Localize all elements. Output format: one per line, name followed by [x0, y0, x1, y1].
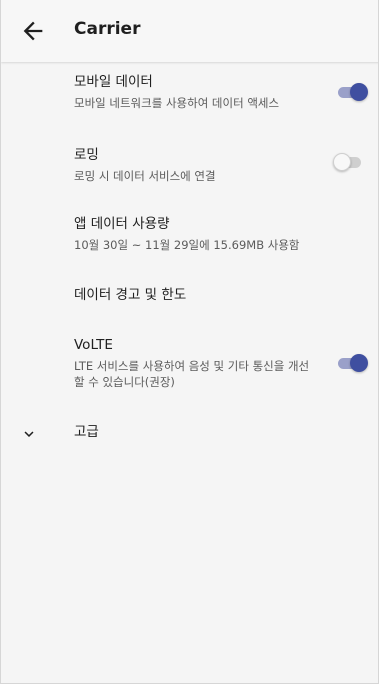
volte-toggle[interactable] — [336, 353, 368, 373]
advanced-text: 고급 — [74, 423, 308, 441]
mobile-data-title: 모바일 데이터 — [74, 74, 153, 90]
app-data-usage-setting[interactable]: 앱 데이터 사용량 10월 30일 ~ 11월 29일에 15.69MB 사용함 — [1, 215, 378, 261]
toggle-thumb — [350, 354, 368, 372]
mobile-data-setting[interactable]: 모바일 데이터 모바일 네트워크를 사용하여 데이터 액세스 — [1, 73, 378, 123]
volte-setting[interactable]: VoLTE LTE 서비스를 사용하여 음성 및 기타 통신을 개선할 수 있습… — [1, 336, 378, 396]
page-title: Carrier — [74, 19, 141, 39]
roaming-title: 로밍 — [74, 147, 99, 163]
roaming-toggle[interactable] — [333, 152, 365, 172]
advanced-section[interactable]: 고급 — [1, 423, 378, 447]
roaming-setting[interactable]: 로밍 로밍 시 데이터 서비스에 연결 — [1, 146, 378, 192]
chevron-down-icon — [20, 425, 38, 443]
mobile-data-text: 모바일 데이터 모바일 네트워크를 사용하여 데이터 액세스 — [74, 73, 308, 111]
roaming-text: 로밍 로밍 시 데이터 서비스에 연결 — [74, 146, 308, 184]
volte-text: VoLTE LTE 서비스를 사용하여 음성 및 기타 통신을 개선할 수 있습… — [74, 336, 310, 390]
volte-summary: LTE 서비스를 사용하여 음성 및 기타 통신을 개선할 수 있습니다(권장) — [74, 359, 310, 389]
app-data-usage-summary: 10월 30일 ~ 11월 29일에 15.69MB 사용함 — [74, 238, 300, 252]
roaming-summary: 로밍 시 데이터 서비스에 연결 — [74, 169, 216, 183]
advanced-title: 고급 — [74, 424, 99, 440]
volte-title: VoLTE — [74, 337, 113, 353]
settings-screen: Carrier 모바일 데이터 모바일 네트워크를 사용하여 데이터 액세스 로… — [0, 0, 379, 684]
toggle-thumb — [350, 83, 368, 101]
data-warning-limit-setting[interactable]: 데이터 경고 및 한도 — [1, 286, 378, 310]
data-warning-limit-text: 데이터 경고 및 한도 — [74, 286, 308, 304]
toggle-thumb — [333, 153, 351, 171]
top-app-bar: Carrier — [1, 0, 378, 62]
app-data-usage-text: 앱 데이터 사용량 10월 30일 ~ 11월 29일에 15.69MB 사용함 — [74, 215, 360, 253]
app-data-usage-title: 앱 데이터 사용량 — [74, 216, 170, 232]
data-warning-limit-title: 데이터 경고 및 한도 — [74, 287, 187, 303]
arrow-left-icon — [23, 21, 43, 41]
mobile-data-toggle[interactable] — [336, 82, 368, 102]
mobile-data-summary: 모바일 네트워크를 사용하여 데이터 액세스 — [74, 96, 280, 110]
back-button[interactable] — [19, 17, 47, 45]
